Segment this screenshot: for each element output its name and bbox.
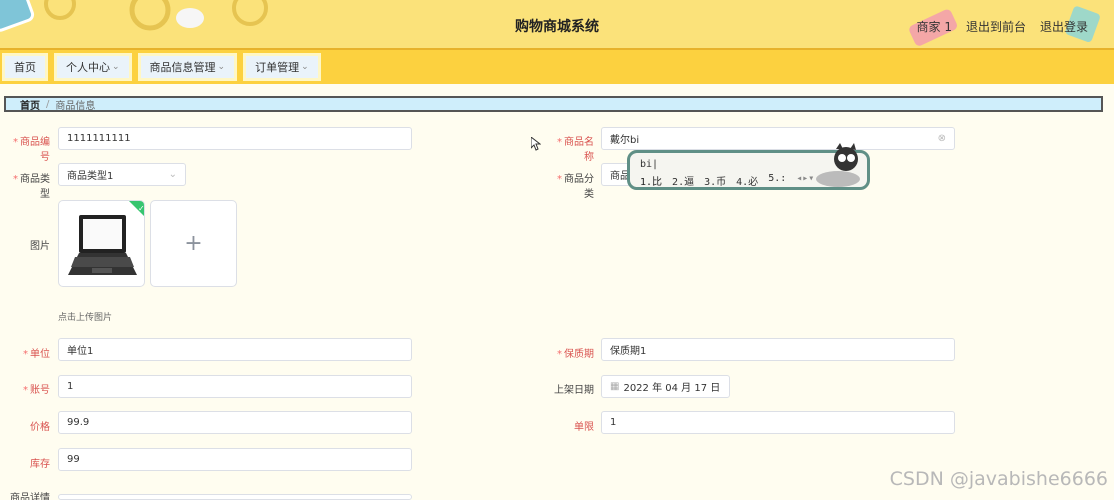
- ime-pinyin: bi|: [640, 159, 659, 170]
- ime-candidate[interactable]: 5.:: [768, 173, 786, 188]
- image-label: 图片: [30, 241, 50, 252]
- name-input[interactable]: 戴尔bi ⊗: [601, 127, 955, 150]
- mouse-cursor-icon: [531, 137, 541, 151]
- ime-candidate-popup: bi| 1.比 2.逼 3.币 4.必 5.: ◂▸▾: [627, 143, 870, 190]
- type-label: * 商品类型: [13, 174, 50, 200]
- detail-label: 商品详情: [10, 493, 50, 500]
- nav-home-label: 首页: [14, 61, 36, 74]
- warranty-label: * 保质期: [557, 349, 594, 360]
- breadcrumb: 首页 / 商品信息: [4, 96, 1103, 112]
- nav-goods-mgmt[interactable]: 商品信息管理 ⌄: [137, 53, 238, 81]
- breadcrumb-current: 商品信息: [55, 100, 96, 112]
- breadcrumb-separator: /: [46, 98, 50, 110]
- account-input[interactable]: 1: [58, 375, 412, 398]
- ime-candidate[interactable]: 3.币: [704, 173, 726, 188]
- header: 购物商城系统 商家 1 退出到前台 退出登录: [0, 0, 1114, 48]
- uploaded-image[interactable]: ✓: [58, 200, 145, 287]
- type-select-value: 商品类型1: [67, 171, 114, 182]
- laptop-image: ✓: [68, 201, 145, 275]
- stock-label: 库存: [30, 459, 50, 470]
- ime-mascot-icon: [816, 143, 860, 187]
- chevron-down-icon: ⌄: [301, 62, 309, 72]
- price-label: 价格: [30, 422, 50, 433]
- ime-candidate[interactable]: 4.必: [736, 173, 758, 188]
- nav-order-mgmt[interactable]: 订单管理 ⌄: [243, 53, 321, 81]
- nav-order-label: 订单管理: [255, 61, 300, 74]
- chevron-down-icon: ⌄: [168, 169, 177, 180]
- to-front-link[interactable]: 退出到前台: [966, 18, 1026, 35]
- svg-text:✓: ✓: [138, 204, 145, 213]
- ime-candidates: 1.比 2.逼 3.币 4.必 5.: ◂▸▾: [640, 173, 814, 188]
- watermark: CSDN @javabishe6666: [889, 468, 1108, 490]
- clear-icon[interactable]: ⊗: [938, 133, 946, 144]
- upload-button[interactable]: +: [150, 200, 237, 287]
- limit-label: 单限: [574, 422, 594, 433]
- nav-home[interactable]: 首页: [2, 53, 48, 81]
- warranty-input[interactable]: 保质期1: [601, 338, 955, 361]
- price-input[interactable]: 99.9: [58, 411, 412, 434]
- category-label: * 商品分类: [557, 174, 594, 200]
- date-value: 2022 年 04 月 17 日: [623, 383, 721, 394]
- date-picker[interactable]: ▦ 2022 年 04 月 17 日: [601, 375, 730, 398]
- current-user: 商家 1: [916, 20, 952, 34]
- date-label: 上架日期: [554, 385, 594, 396]
- top-nav: 首页 个人中心 ⌄ 商品信息管理 ⌄ 订单管理 ⌄: [0, 48, 1114, 84]
- plus-icon: +: [184, 231, 203, 256]
- ime-candidate[interactable]: 2.逼: [672, 173, 694, 188]
- detail-editor[interactable]: [58, 494, 412, 500]
- name-label: * 商品名称: [557, 137, 594, 163]
- code-input[interactable]: 1111111111: [58, 127, 412, 150]
- upload-hint: 点击上传图片: [58, 313, 113, 323]
- chevron-down-icon: ⌄: [112, 62, 120, 72]
- ime-candidate[interactable]: 1.比: [640, 173, 662, 188]
- breadcrumb-home[interactable]: 首页: [20, 97, 40, 112]
- limit-input[interactable]: 1: [601, 411, 955, 434]
- logout-link[interactable]: 退出登录: [1040, 18, 1088, 35]
- header-links: 商家 1 退出到前台 退出登录: [917, 18, 1088, 35]
- code-label: * 商品编号: [13, 137, 50, 163]
- unit-input[interactable]: 单位1: [58, 338, 412, 361]
- nav-goods-label: 商品信息管理: [149, 61, 216, 74]
- name-input-value: 戴尔bi: [610, 135, 640, 146]
- unit-label: * 单位: [23, 349, 50, 360]
- type-select[interactable]: 商品类型1 ⌄: [58, 163, 186, 186]
- nav-personal-label: 个人中心: [66, 61, 110, 74]
- stock-input[interactable]: 99: [58, 448, 412, 471]
- calendar-icon: ▦: [610, 381, 620, 392]
- chevron-down-icon: ⌄: [217, 62, 226, 72]
- nav-personal[interactable]: 个人中心 ⌄: [54, 53, 132, 81]
- account-label: * 账号: [23, 385, 50, 396]
